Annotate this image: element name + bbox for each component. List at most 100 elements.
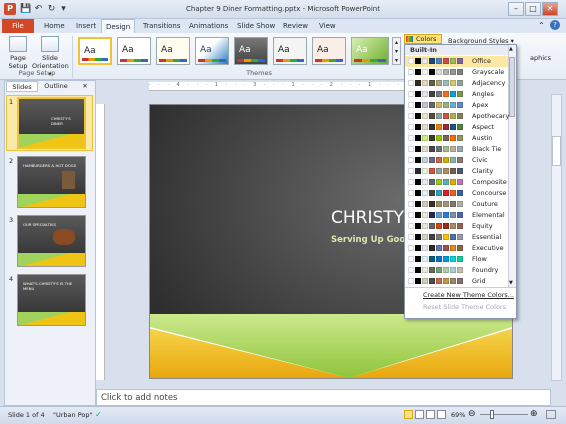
color-swatch <box>415 146 421 152</box>
thumbnail-photo <box>62 171 75 189</box>
color-scheme-item[interactable]: Angles <box>405 89 508 100</box>
color-swatch <box>457 212 463 218</box>
tab-file[interactable]: File <box>2 19 34 33</box>
color-swatch <box>450 80 456 86</box>
reading-view-icon[interactable] <box>426 410 435 419</box>
color-swatch <box>457 69 463 75</box>
color-scheme-item[interactable]: Flow <box>405 254 508 265</box>
notes-pane[interactable]: Click to add notes <box>96 389 551 406</box>
color-scheme-item[interactable]: Aspect <box>405 122 508 133</box>
scroll-down-icon[interactable]: ▼ <box>509 281 515 286</box>
color-swatch <box>457 80 463 86</box>
help-icon[interactable]: ? <box>550 20 560 30</box>
theme-option[interactable]: Aa <box>117 37 151 65</box>
color-scheme-item[interactable]: Composite <box>405 177 508 188</box>
theme-option[interactable]: Aa <box>234 37 268 65</box>
color-scheme-item[interactable]: Clarity <box>405 166 508 177</box>
tab-insert[interactable]: Insert <box>72 19 100 33</box>
slide-subtitle[interactable]: Serving Up Good <box>331 235 411 245</box>
hide-background-graphics-button[interactable]: aphics <box>530 54 551 62</box>
color-scheme-item[interactable]: Grayscale <box>405 67 508 78</box>
tab-home[interactable]: Home <box>40 19 69 33</box>
scroll-up-icon[interactable]: ▲ <box>509 47 515 52</box>
color-swatch <box>443 234 449 240</box>
theme-option[interactable]: Aa <box>312 37 346 65</box>
tab-design[interactable]: Design <box>101 19 136 33</box>
tab-outline[interactable]: Outline <box>40 81 72 92</box>
page-setup-button[interactable]: Page Setup <box>5 36 31 70</box>
slide-number: 3 <box>9 216 14 224</box>
color-scheme-item[interactable]: Adjacency <box>405 78 508 89</box>
slide-thumbnail[interactable]: HAMBURGERS & HOT DOGS <box>17 156 86 208</box>
color-scheme-item[interactable]: Equity <box>405 221 508 232</box>
create-new-theme-colors[interactable]: Create New Theme Colors... <box>405 290 514 301</box>
theme-office[interactable]: Aa <box>78 37 112 65</box>
color-scheme-item[interactable]: Civic <box>405 155 508 166</box>
tab-review[interactable]: Review <box>279 19 312 33</box>
color-scheme-item[interactable]: Austin <box>405 133 508 144</box>
normal-view-icon[interactable] <box>404 410 413 419</box>
theme-option[interactable]: Aa <box>156 37 190 65</box>
slide-thumbnail[interactable]: WHAT'S CHRISTY'S IS THE MENU <box>17 274 86 326</box>
theme-option[interactable]: Aa <box>351 37 389 65</box>
minimize-ribbon-icon[interactable]: ⌃ <box>538 21 545 30</box>
color-swatch <box>450 256 456 262</box>
zoom-level[interactable]: 69% <box>451 407 465 423</box>
color-scheme-name: Couture <box>472 200 498 208</box>
slide-show-icon[interactable] <box>437 410 446 419</box>
zoom-slider[interactable] <box>480 414 528 415</box>
color-scheme-item[interactable]: Foundry <box>405 265 508 276</box>
color-swatch <box>429 245 435 251</box>
theme-option[interactable]: Aa <box>195 37 229 65</box>
close-pane-icon[interactable]: ✕ <box>80 81 90 92</box>
built-in-header: Built-In <box>405 45 508 55</box>
slide-thumbnail[interactable]: CHRISTY'S DINER <box>17 97 86 149</box>
color-scheme-item[interactable]: Office <box>405 56 508 67</box>
tab-view[interactable]: View <box>315 19 340 33</box>
color-swatch <box>408 267 414 273</box>
color-scheme-item[interactable]: Apex <box>405 100 508 111</box>
color-swatch <box>450 168 456 174</box>
color-scheme-item[interactable]: Couture <box>405 199 508 210</box>
color-swatch <box>436 113 442 119</box>
scroll-thumb[interactable] <box>552 136 561 166</box>
zoom-slider-thumb[interactable] <box>490 410 494 419</box>
slide-thumbnail[interactable]: OUR SPECIALTIES <box>17 215 86 267</box>
color-swatch <box>422 201 428 207</box>
color-swatch <box>457 58 463 64</box>
color-swatch <box>422 256 428 262</box>
color-swatch <box>429 201 435 207</box>
tab-slide-show[interactable]: Slide Show <box>233 19 279 33</box>
color-scheme-item[interactable]: Executive <box>405 243 508 254</box>
close-button[interactable]: ✕ <box>542 2 558 16</box>
color-scheme-item[interactable]: Essential <box>405 232 508 243</box>
group-divider <box>72 36 73 78</box>
fit-to-window-icon[interactable] <box>546 410 556 419</box>
color-scheme-item[interactable]: Elemental <box>405 210 508 221</box>
tab-animations[interactable]: Animations <box>185 19 232 33</box>
color-scheme-item[interactable]: Grid <box>405 276 508 287</box>
maximize-button[interactable]: □ <box>525 2 541 16</box>
theme-label: Aa <box>356 45 368 55</box>
dropdown-scroll-thumb[interactable] <box>509 57 515 117</box>
theme-option[interactable]: Aa <box>273 37 307 65</box>
zoom-in-icon[interactable]: ⊕ <box>530 408 538 420</box>
themes-gallery-scroll[interactable]: ▴ ▾ ▾ <box>392 37 401 65</box>
color-swatch <box>457 102 463 108</box>
spell-check-icon[interactable]: ✓ <box>95 410 105 420</box>
minimize-button[interactable]: – <box>508 2 524 16</box>
thumbnail-title: CHRISTY'S DINER <box>51 116 71 126</box>
tab-slides[interactable]: Slides <box>6 81 38 92</box>
color-swatch <box>436 212 442 218</box>
slide-sorter-icon[interactable] <box>415 410 424 419</box>
color-swatch <box>443 69 449 75</box>
tab-transitions[interactable]: Transitions <box>139 19 185 33</box>
color-swatch <box>429 58 435 64</box>
color-swatch <box>436 69 442 75</box>
color-scheme-item[interactable]: Black Tie <box>405 144 508 155</box>
slide-title[interactable]: CHRISTY' <box>331 208 409 228</box>
zoom-out-icon[interactable]: ⊖ <box>468 408 476 420</box>
color-scheme-item[interactable]: Concourse <box>405 188 508 199</box>
color-swatch <box>436 179 442 185</box>
color-scheme-item[interactable]: Apothecary <box>405 111 509 122</box>
